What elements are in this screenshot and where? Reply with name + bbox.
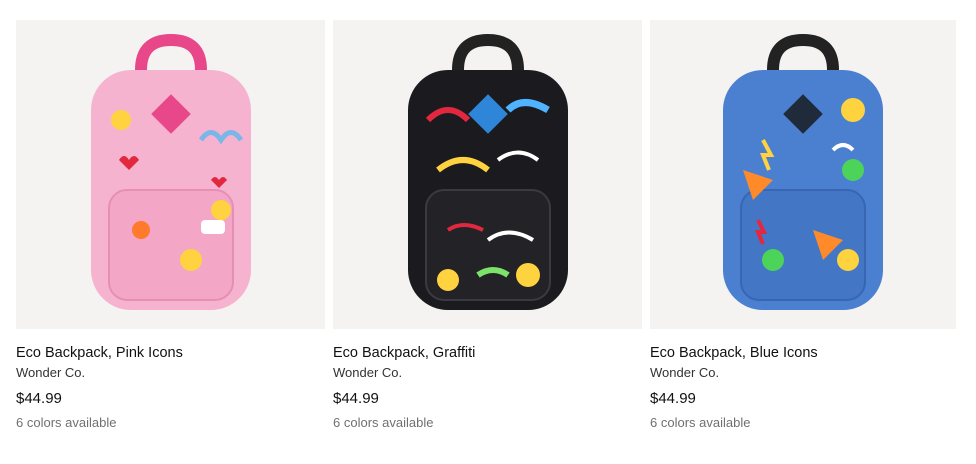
product-name[interactable]: Eco Backpack, Graffiti — [333, 343, 642, 363]
product-price: $44.99 — [333, 390, 379, 407]
color-availability: 6 colors available — [333, 415, 434, 430]
blue-backpack-image — [723, 33, 883, 310]
product-card[interactable]: Eco Backpack, Pink Icons Wonder Co. $44.… — [16, 20, 325, 432]
product-image[interactable] — [650, 20, 956, 329]
pink-backpack-image — [90, 33, 251, 310]
product-image[interactable] — [333, 20, 642, 329]
color-availability: 6 colors available — [16, 415, 117, 430]
product-price: $44.99 — [650, 390, 696, 407]
product-card[interactable]: Eco Backpack, Graffiti Wonder Co. $44.99… — [333, 20, 642, 432]
product-name[interactable]: Eco Backpack, Blue Icons — [650, 343, 956, 363]
product-price: $44.99 — [16, 390, 62, 407]
product-brand: Wonder Co. — [333, 365, 403, 380]
graffiti-backpack-image — [407, 33, 568, 310]
product-brand: Wonder Co. — [16, 365, 86, 380]
product-image[interactable] — [16, 20, 325, 329]
product-card[interactable]: Eco Backpack, Blue Icons Wonder Co. $44.… — [650, 20, 956, 432]
product-grid: Eco Backpack, Pink Icons Wonder Co. $44.… — [16, 20, 956, 432]
color-availability: 6 colors available — [650, 415, 751, 430]
product-name[interactable]: Eco Backpack, Pink Icons — [16, 343, 325, 363]
product-brand: Wonder Co. — [650, 365, 720, 380]
